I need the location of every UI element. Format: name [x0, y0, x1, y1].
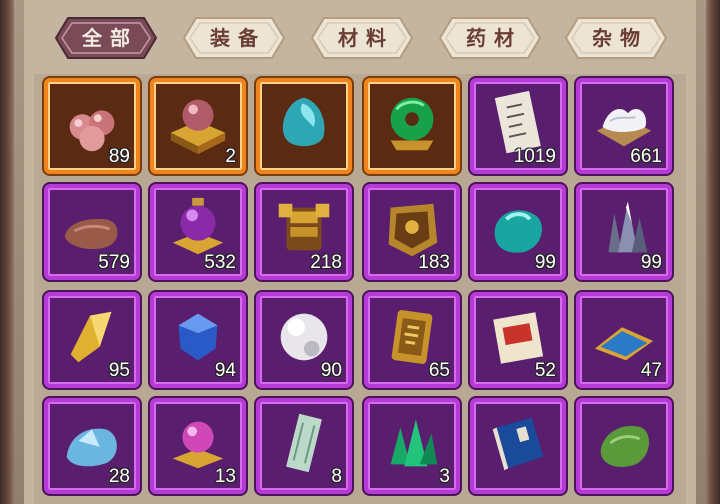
item-slot[interactable]: 52 — [470, 292, 566, 388]
tab-materials[interactable]: 材料 — [310, 14, 414, 62]
item-slot[interactable]: 1019 — [470, 78, 566, 174]
item-slot[interactable]: 579 — [44, 184, 140, 280]
item-count: 1019 — [513, 146, 556, 167]
item-slot[interactable]: 218 — [256, 184, 352, 280]
tab-label: 装备 — [210, 26, 266, 50]
tab-label: 全部 — [82, 26, 138, 50]
blue-book-icon — [482, 408, 554, 478]
item-count: 13 — [214, 466, 236, 487]
item-count: 99 — [534, 252, 556, 273]
item-count: 94 — [214, 360, 236, 381]
item-slot[interactable]: 65 — [364, 292, 460, 388]
tab-herbs[interactable]: 药材 — [438, 14, 542, 62]
jade-ring-icon — [376, 88, 448, 158]
item-count: 28 — [108, 466, 130, 487]
item-count: 183 — [418, 252, 450, 273]
item-slot[interactable]: 99 — [470, 184, 566, 280]
item-slot[interactable] — [364, 78, 460, 174]
item-count: 89 — [108, 146, 130, 167]
tab-label: 材料 — [338, 26, 394, 50]
item-count: 65 — [428, 360, 450, 381]
item-count: 3 — [439, 466, 450, 487]
item-slot[interactable]: 28 — [44, 398, 140, 494]
orb-on-stand-icon — [162, 88, 234, 158]
item-slot[interactable]: 89 — [44, 78, 140, 174]
tab-misc[interactable]: 杂物 — [564, 14, 668, 62]
item-count: 532 — [204, 252, 236, 273]
item-slot[interactable]: 90 — [256, 292, 352, 388]
item-count: 99 — [640, 252, 662, 273]
category-tabs: 全部 装备 材料 药材 杂物 — [54, 14, 674, 64]
cyan-gem-icon — [268, 88, 340, 158]
item-count: 8 — [331, 466, 342, 487]
item-slot[interactable] — [256, 78, 352, 174]
item-count: 218 — [310, 252, 342, 273]
item-slot[interactable]: 183 — [364, 184, 460, 280]
item-slot[interactable]: 47 — [576, 292, 672, 388]
inventory-grid: 89 2 1019 661 579 532 218 183 99 99 95 94 90 65 52 47 28… — [44, 78, 684, 504]
item-slot[interactable]: 3 — [364, 398, 460, 494]
item-slot[interactable]: 532 — [150, 184, 246, 280]
item-count: 52 — [534, 360, 556, 381]
tab-label: 杂物 — [592, 26, 648, 50]
item-slot[interactable]: 2 — [150, 78, 246, 174]
item-slot[interactable]: 661 — [576, 78, 672, 174]
item-count: 661 — [630, 146, 662, 167]
item-count: 90 — [320, 360, 342, 381]
tab-all[interactable]: 全部 — [54, 14, 158, 62]
emerald-cluster-icon — [376, 408, 448, 478]
frame-left-edge — [0, 0, 14, 504]
jade-slip-icon — [268, 408, 340, 478]
frame-right-edge — [706, 0, 720, 504]
item-slot[interactable]: 95 — [44, 292, 140, 388]
item-slot[interactable]: 94 — [150, 292, 246, 388]
item-slot[interactable]: 13 — [150, 398, 246, 494]
item-slot[interactable]: 8 — [256, 398, 352, 494]
item-count: 2 — [225, 146, 236, 167]
item-count: 579 — [98, 252, 130, 273]
tab-equipment[interactable]: 装备 — [182, 14, 286, 62]
item-count: 47 — [640, 360, 662, 381]
item-slot[interactable] — [576, 398, 672, 494]
green-ore-icon — [588, 408, 660, 478]
item-count: 95 — [108, 360, 130, 381]
tab-label: 药材 — [466, 26, 522, 50]
item-slot[interactable]: 99 — [576, 184, 672, 280]
item-slot[interactable] — [470, 398, 566, 494]
